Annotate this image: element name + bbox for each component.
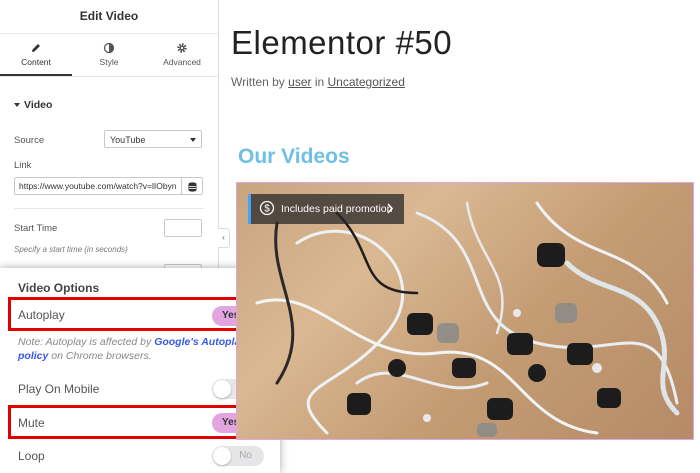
chevron-left-icon: ‹ (222, 233, 225, 242)
category-link[interactable]: Uncategorized (328, 75, 405, 89)
dynamic-tags-button[interactable] (182, 177, 203, 195)
source-label: Source (14, 135, 45, 146)
byline-written-by: Written by (231, 75, 289, 89)
collapse-panel-button[interactable]: ‹ (218, 228, 230, 248)
svg-text:$: $ (264, 204, 270, 215)
chevron-right-icon (387, 203, 394, 214)
tab-style-label: Style (99, 57, 119, 67)
caret-down-icon (14, 103, 20, 108)
gear-icon (177, 43, 187, 53)
loop-toggle-text: No (239, 450, 252, 461)
page-title: Elementor #50 (231, 24, 453, 61)
divider (14, 208, 204, 209)
section-title: Video (24, 99, 53, 111)
tab-content[interactable]: Content (0, 34, 72, 76)
play-on-mobile-label: Play On Mobile (18, 382, 100, 396)
autoplay-label: Autoplay (18, 308, 65, 322)
video-options-title: Video Options (18, 281, 100, 295)
mute-label: Mute (18, 416, 45, 430)
autoplay-note: Note: Autoplay is affected by Google's A… (18, 335, 263, 363)
tab-advanced[interactable]: Advanced (146, 34, 218, 76)
dollar-icon: $ (259, 200, 275, 216)
source-select-value: YouTube (110, 135, 146, 145)
database-icon (188, 182, 197, 192)
video-player[interactable]: $ Includes paid promotion (236, 182, 694, 440)
start-time-hint: Specify a start time (in seconds) (14, 245, 128, 254)
autoplay-note-suffix: on Chrome browsers. (48, 350, 152, 362)
byline-in: in (311, 75, 328, 89)
post-byline: Written by user in Uncategorized (231, 75, 405, 89)
tab-content-label: Content (21, 57, 51, 67)
loop-label: Loop (18, 449, 45, 463)
author-link[interactable]: user (288, 75, 311, 89)
half-circle-icon (103, 42, 115, 54)
tab-style[interactable]: Style (73, 34, 145, 76)
toggle-knob (213, 447, 231, 465)
loop-toggle[interactable]: No (212, 446, 264, 466)
source-select[interactable]: YouTube (104, 130, 202, 148)
section-video-toggle[interactable]: Video (14, 99, 52, 111)
toggle-knob (213, 380, 231, 398)
tab-advanced-label: Advanced (163, 57, 201, 67)
start-time-input[interactable] (164, 219, 202, 237)
pencil-icon (32, 44, 40, 52)
paid-promotion-badge[interactable]: $ Includes paid promotion (248, 194, 404, 224)
autoplay-note-prefix: Note: Autoplay is affected by (18, 336, 155, 348)
link-label: Link (14, 160, 32, 171)
link-input[interactable]: https://www.youtube.com/watch?v=lIObyn (14, 177, 182, 195)
panel-title: Edit Video (0, 0, 218, 34)
paid-promotion-text: Includes paid promotion (281, 203, 393, 215)
chevron-down-icon (190, 138, 196, 142)
start-time-label: Start Time (14, 223, 58, 234)
section-heading: Our Videos (238, 145, 350, 168)
panel-tabs: Content Style Advanced (0, 34, 218, 77)
